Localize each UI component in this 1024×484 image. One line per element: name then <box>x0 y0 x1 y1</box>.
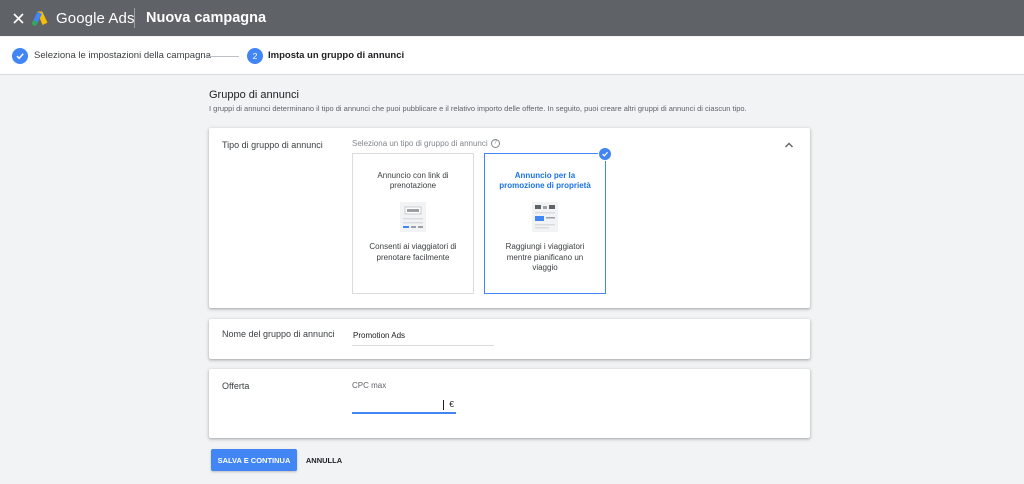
ad-group-type-hint-text: Seleziona un tipo di gruppo di annunci <box>352 139 488 148</box>
cpc-max-label: CPC max <box>352 381 387 390</box>
section-title: Gruppo di annunci <box>209 89 299 101</box>
header-divider <box>134 8 135 28</box>
google-ads-logo[interactable] <box>31 9 49 27</box>
chevron-up-icon[interactable] <box>784 141 794 149</box>
step-1-label[interactable]: Seleziona le impostazioni della campagna <box>34 50 211 61</box>
close-icon[interactable] <box>9 9 27 27</box>
top-bar: Google Ads Nuova campagna <box>0 0 1024 36</box>
ad-group-type-card: Tipo di gruppo di annunci Seleziona un t… <box>209 128 810 308</box>
brand-name: Google Ads <box>56 10 135 27</box>
ad-group-type-label: Tipo di gruppo di annunci <box>222 140 323 150</box>
bid-label: Offerta <box>222 381 250 391</box>
step-complete-check-icon[interactable] <box>12 48 28 64</box>
selected-check-icon <box>598 147 612 161</box>
step-2-label: Imposta un gruppo di annunci <box>268 50 405 61</box>
step-connector <box>205 56 239 57</box>
option-description: Raggiungi i viaggiatori mentre pianifica… <box>505 242 585 272</box>
option-title: Annuncio con link di prenotazione <box>377 171 449 190</box>
save-and-continue-button[interactable]: SALVA E CONTINUA <box>211 449 297 471</box>
option-property-promotion-ad[interactable]: Annuncio per la promozione di proprietà … <box>484 147 612 294</box>
option-booking-link-ad[interactable]: Annuncio con link di prenotazione Consen… <box>352 153 474 294</box>
text-cursor <box>443 400 444 410</box>
cpc-max-input[interactable]: € <box>352 397 456 414</box>
option-description: Consenti ai viaggiatori di prenotare fac… <box>369 242 457 262</box>
ad-group-type-hint: Seleziona un tipo di gruppo di annunci ? <box>352 139 500 148</box>
cancel-button[interactable]: ANNULLA <box>301 449 347 471</box>
stepper: Seleziona le impostazioni della campagna… <box>0 37 1024 75</box>
promotion-ad-illustration-icon <box>532 202 558 232</box>
ad-group-name-label: Nome del gruppo di annunci <box>222 329 335 339</box>
ad-group-name-card: Nome del gruppo di annunci Promotion Ads <box>209 319 810 359</box>
currency-symbol: € <box>449 399 454 409</box>
booking-ad-illustration-icon <box>400 202 426 232</box>
section-description: I gruppi di annunci determinano il tipo … <box>209 104 747 113</box>
bid-card: Offerta CPC max € <box>209 369 810 438</box>
page-title: Nuova campagna <box>146 10 267 26</box>
option-title: Annuncio per la promozione di proprietà <box>499 171 591 190</box>
help-icon[interactable]: ? <box>490 139 500 148</box>
ad-group-name-input[interactable]: Promotion Ads <box>352 327 494 346</box>
step-2-number: 2 <box>247 48 263 64</box>
